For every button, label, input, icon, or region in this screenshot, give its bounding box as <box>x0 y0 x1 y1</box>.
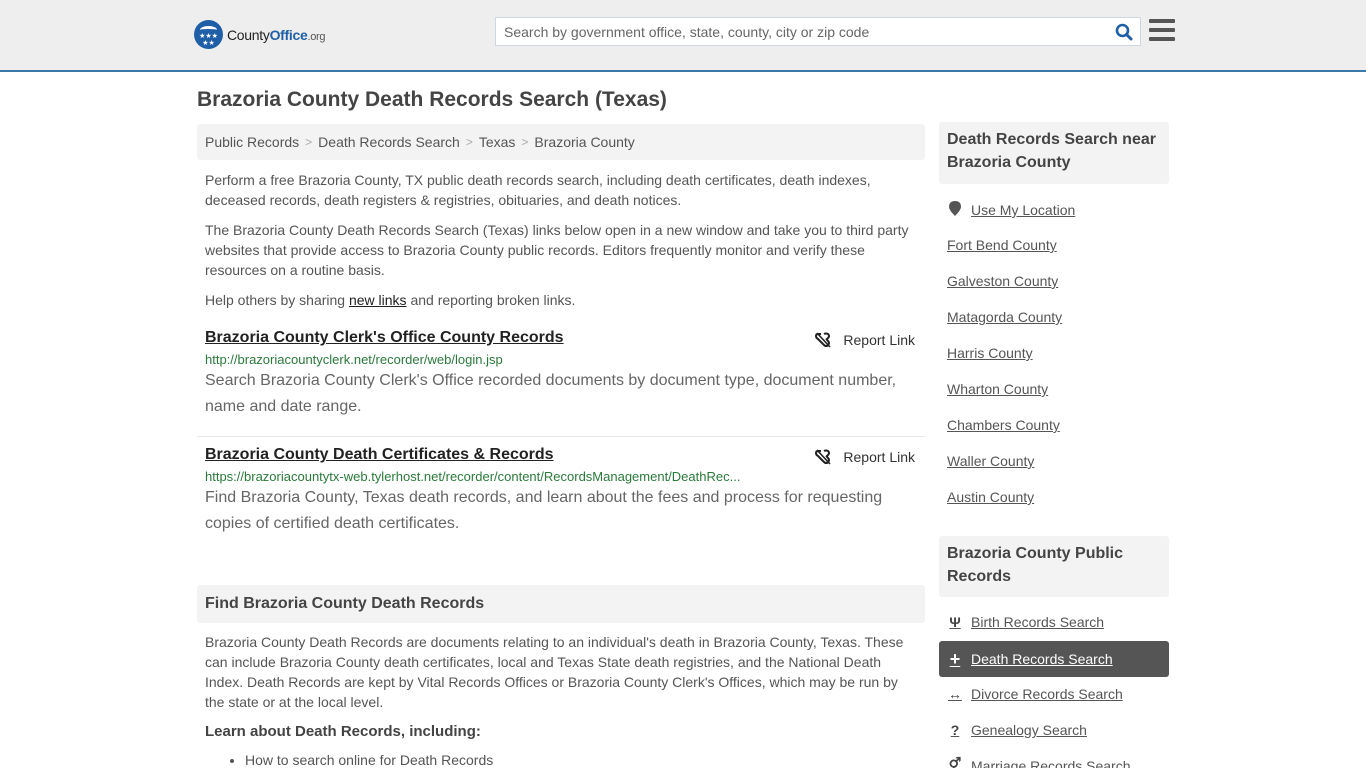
search-icon <box>1115 23 1133 40</box>
hamburger-menu-icon <box>1149 19 1175 23</box>
intro-paragraph-3: Help others by sharing new links and rep… <box>205 292 576 308</box>
hamburger-menu-button[interactable] <box>1149 19 1175 42</box>
intro-text: Perform a free Brazoria County, TX publi… <box>205 170 920 320</box>
report-link-button[interactable]: Report Link <box>815 449 915 465</box>
breadcrumb-separator: > <box>521 135 529 149</box>
breadcrumb-brazoria-county[interactable]: Brazoria County <box>534 134 634 150</box>
site-header: ★★★ ★★ CountyOffice.org <box>0 0 1366 72</box>
search-button[interactable] <box>1108 18 1140 45</box>
result-title-link[interactable]: Brazoria County Death Certificates & Rec… <box>205 446 554 464</box>
nearby-county-link[interactable]: Galveston County <box>947 273 1058 289</box>
breadcrumb-death-records-search[interactable]: Death Records Search <box>318 134 460 150</box>
page-title: Brazoria County Death Records Search (Te… <box>197 88 667 111</box>
learn-heading: Learn about Death Records, including: <box>205 723 481 740</box>
breadcrumb-separator: > <box>305 135 313 149</box>
sidebar-item-birth-records[interactable]: Ψ Birth Records Search <box>947 614 1104 630</box>
find-records-body: Brazoria County Death Records are docume… <box>205 634 904 710</box>
breadcrumb-texas[interactable]: Texas <box>479 134 516 150</box>
result-url[interactable]: http://brazoriacountyclerk.net/recorder/… <box>205 352 785 367</box>
sidebar-item-divorce-records[interactable]: ↔ Divorce Records Search <box>947 686 1123 702</box>
arrows-horizontal-icon: ↔ <box>948 686 962 702</box>
public-records-heading: Brazoria County Public Records <box>939 536 1169 597</box>
search-box <box>495 17 1141 46</box>
nearby-county-link[interactable]: Chambers County <box>947 417 1060 433</box>
find-records-heading: Find Brazoria County Death Records <box>197 585 925 623</box>
learn-list-item: How to search online for Death Records <box>245 752 493 768</box>
sidebar-item-death-records[interactable]: + Death Records Search <box>939 641 1169 677</box>
breadcrumb-public-records[interactable]: Public Records <box>205 134 299 150</box>
search-input[interactable] <box>496 18 1108 45</box>
sidebar-item-genealogy[interactable]: ? Genealogy Search <box>947 722 1087 738</box>
nearby-county-link[interactable]: Fort Bend County <box>947 237 1057 253</box>
logo-badge-icon: ★★★ ★★ <box>194 20 223 49</box>
child-icon: Ψ <box>949 614 961 630</box>
breadcrumb-separator: > <box>465 135 473 149</box>
broken-link-icon <box>815 332 831 348</box>
plus-icon: + <box>949 648 961 669</box>
question-icon: ? <box>950 722 960 738</box>
sidebar-item-marriage-records[interactable]: ⚥ Marriage Records Search <box>947 757 1131 768</box>
intro-paragraph-1: Perform a free Brazoria County, TX publi… <box>205 172 871 208</box>
nearby-county-link[interactable]: Harris County <box>947 345 1033 361</box>
result-item: Brazoria County Death Certificates & Rec… <box>197 446 925 537</box>
nearby-county-link[interactable]: Matagorda County <box>947 309 1062 325</box>
intro-paragraph-2: The Brazoria County Death Records Search… <box>205 222 909 278</box>
report-link-button[interactable]: Report Link <box>815 332 915 348</box>
logo-text: CountyOffice.org <box>227 26 326 43</box>
result-item: Brazoria County Clerk's Office County Re… <box>197 329 925 437</box>
breadcrumb: Public Records > Death Records Search > … <box>197 124 925 160</box>
new-links-link[interactable]: new links <box>349 292 407 308</box>
use-my-location-link[interactable]: Use My Location <box>947 201 1075 219</box>
result-description: Find Brazoria County, Texas death record… <box>205 489 883 532</box>
result-url[interactable]: https://brazoriacountytx-web.tylerhost.n… <box>205 469 785 484</box>
nearby-heading: Death Records Search near Brazoria Count… <box>939 122 1169 184</box>
broken-link-icon <box>815 449 831 465</box>
learn-list: How to search online for Death Records <box>245 752 493 768</box>
nearby-county-link[interactable]: Waller County <box>947 453 1034 469</box>
result-description: Search Brazoria County Clerk's Office re… <box>205 372 897 415</box>
site-logo[interactable]: ★★★ ★★ CountyOffice.org <box>194 20 326 49</box>
nearby-county-link[interactable]: Austin County <box>947 489 1034 505</box>
venus-mars-icon: ⚥ <box>948 757 962 768</box>
map-marker-icon <box>947 201 963 219</box>
nearby-county-link[interactable]: Wharton County <box>947 381 1048 397</box>
result-title-link[interactable]: Brazoria County Clerk's Office County Re… <box>205 329 564 347</box>
